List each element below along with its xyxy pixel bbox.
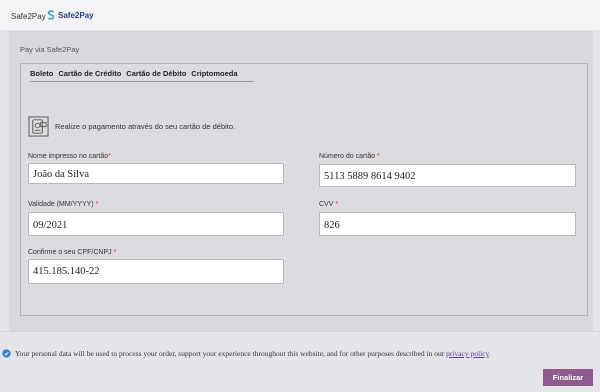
- payment-method-header: Safe2Pay Safe2Pay: [0, 0, 600, 30]
- privacy-policy-link[interactable]: privacy policy: [446, 349, 489, 358]
- cvv-input[interactable]: 826: [319, 212, 576, 236]
- privacy-text-body: Your personal data will be used to proce…: [15, 349, 445, 358]
- expiry-label-text: Validade (MM/YYYY): [28, 201, 94, 208]
- cpf-input[interactable]: 415.185.140-22: [28, 259, 284, 284]
- expiry-label: Validade (MM/YYYY) *: [28, 201, 98, 208]
- privacy-text-end: .: [488, 349, 491, 358]
- debit-info-text: Realize o pagamento através do seu cartã…: [55, 122, 236, 131]
- card-name-input[interactable]: João da Silva: [28, 163, 284, 184]
- required-mark: *: [376, 153, 380, 160]
- card-number-label-text: Número do cartão: [319, 153, 376, 160]
- cpf-label: Confirme o seu CPF/CNPJ *: [28, 249, 116, 256]
- required-mark: *: [108, 153, 111, 160]
- debit-card-icon: [28, 116, 49, 137]
- debit-info: Realize o pagamento através do seu cartã…: [28, 116, 235, 137]
- tab-crypto[interactable]: Criptomoeda: [191, 69, 237, 78]
- tab-boleto[interactable]: Boleto: [30, 69, 53, 78]
- panel-title: Pay via Safe2Pay: [20, 45, 80, 54]
- tab-credit-card[interactable]: Cartão de Crédito: [58, 69, 121, 78]
- privacy-text: Your personal data will be used to proce…: [15, 349, 491, 358]
- cpf-label-text: Confirme o seu CPF/CNPJ: [28, 249, 112, 256]
- card-number-label: Número do cartão *: [319, 153, 380, 160]
- required-mark: *: [95, 201, 99, 208]
- card-number-input[interactable]: 5113 5889 8614 9402: [319, 164, 576, 187]
- safe2pay-logo-icon: [47, 10, 55, 20]
- cvv-label-text: CVV: [319, 201, 334, 208]
- divider: [0, 331, 600, 332]
- tab-debit-card[interactable]: Cartão de Débito: [126, 69, 186, 78]
- finalize-button[interactable]: Finalizar: [543, 369, 593, 386]
- name-label: Nome impresso no cartão*: [28, 153, 111, 160]
- name-label-text: Nome impresso no cartão: [28, 153, 109, 160]
- privacy-notice: Your personal data will be used to proce…: [2, 349, 491, 358]
- safe2pay-logo-text: Safe2Pay: [58, 10, 94, 20]
- payment-method-label[interactable]: Safe2Pay: [11, 12, 46, 21]
- payment-tabs: Boleto Cartão de Crédito Cartão de Débit…: [30, 69, 254, 82]
- required-mark: *: [113, 249, 117, 256]
- info-icon: [2, 349, 11, 358]
- cvv-label: CVV *: [319, 201, 338, 208]
- expiry-input[interactable]: 09/2021: [28, 212, 284, 236]
- required-mark: *: [335, 201, 339, 208]
- safe2pay-logo: Safe2Pay: [46, 10, 94, 20]
